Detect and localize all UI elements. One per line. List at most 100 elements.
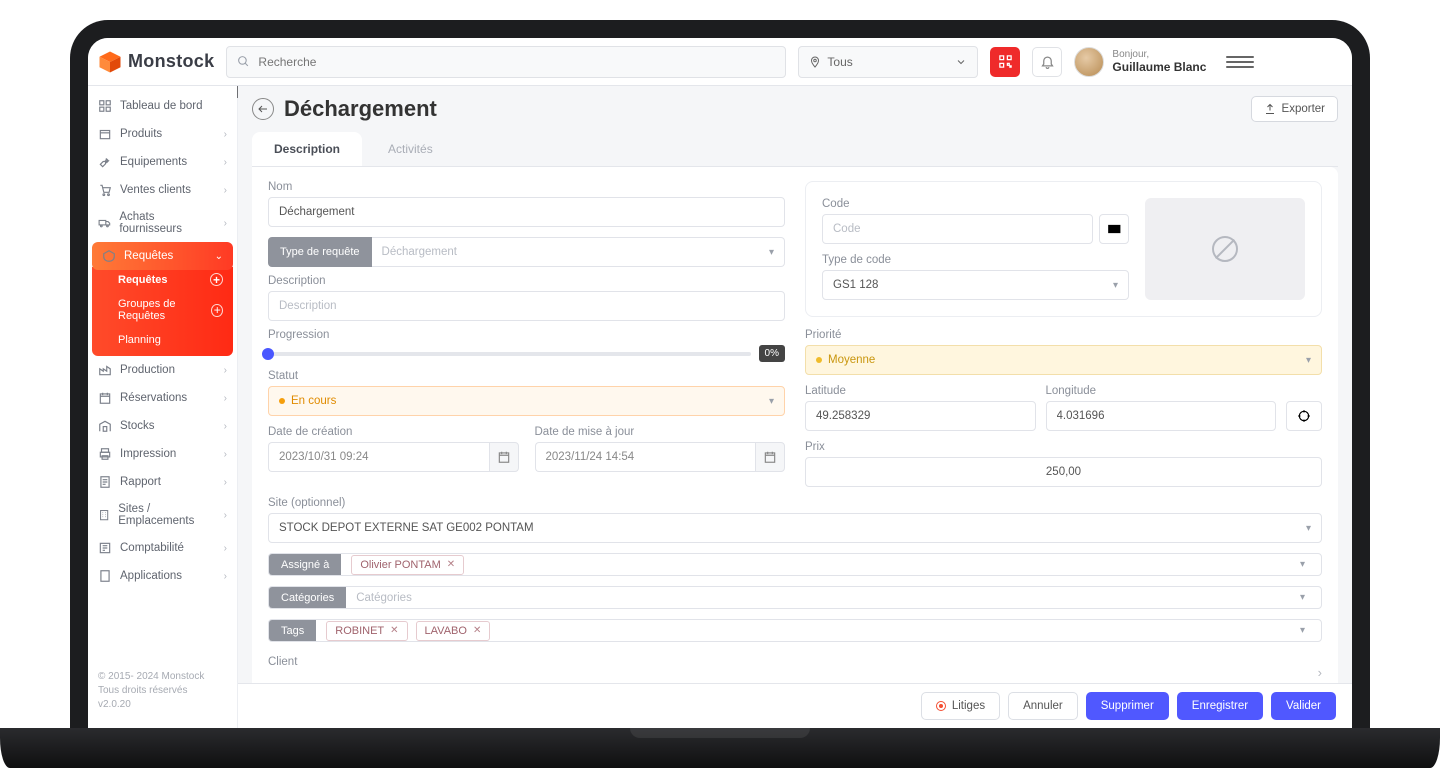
chevron-down-icon: ▾ xyxy=(1113,280,1118,291)
client-label: Client xyxy=(268,656,1322,668)
litiges-button[interactable]: Litiges xyxy=(921,692,1000,720)
code-input[interactable] xyxy=(822,214,1093,244)
notifications-button[interactable] xyxy=(1032,47,1062,77)
validate-button[interactable]: Valider xyxy=(1271,692,1336,720)
price-input[interactable] xyxy=(805,457,1322,487)
code-scan-button[interactable] xyxy=(1099,214,1129,244)
chevron-down-icon: ▾ xyxy=(769,247,774,258)
assigne-select[interactable]: Assigné à Olivier PONTAM ✕ ▾ xyxy=(268,553,1322,576)
bell-icon xyxy=(1040,54,1055,69)
tabs: Description Activités xyxy=(252,132,1338,167)
remove-chip-icon[interactable]: ✕ xyxy=(473,625,481,636)
chevron-down-icon xyxy=(955,56,967,68)
calendar-button[interactable] xyxy=(489,442,519,472)
user-menu[interactable]: Bonjour, Guillaume Blanc xyxy=(1074,47,1206,77)
subnav-item-requests[interactable]: Requêtes + xyxy=(92,267,233,292)
calendar-icon xyxy=(497,450,511,464)
form-panel: Nom Type de requête Déchargement ▾ Descr… xyxy=(252,167,1338,728)
nav-item-products[interactable]: Produits› xyxy=(88,120,237,148)
add-icon[interactable]: + xyxy=(211,304,223,317)
qr-scan-button[interactable] xyxy=(990,47,1020,77)
request-icon xyxy=(102,249,116,263)
nom-input[interactable] xyxy=(268,197,785,227)
latitude-input[interactable] xyxy=(805,401,1036,431)
menu-button[interactable] xyxy=(1226,56,1254,68)
site-select[interactable]: STOCK DEPOT EXTERNE SAT GE002 PONTAM ▾ xyxy=(268,513,1322,543)
add-icon[interactable]: + xyxy=(210,273,223,286)
chevron-down-icon: ▾ xyxy=(1306,355,1311,366)
nav-item-stocks[interactable]: Stocks› xyxy=(88,412,237,440)
location-filter-select[interactable]: Tous xyxy=(798,46,978,78)
chevron-down-icon: ▾ xyxy=(1306,523,1311,534)
nav-item-sites[interactable]: Sites / Emplacements› xyxy=(88,496,237,534)
subnav-item-request-groups[interactable]: Groupes de Requêtes + xyxy=(92,292,233,328)
nav-item-report[interactable]: Rapport› xyxy=(88,468,237,496)
scroll-right-icon[interactable]: › xyxy=(1318,665,1322,680)
delete-button[interactable]: Supprimer xyxy=(1086,692,1169,720)
geolocate-button[interactable] xyxy=(1286,401,1322,431)
subnav-item-planning[interactable]: Planning xyxy=(92,328,233,352)
search-field[interactable] xyxy=(258,55,775,69)
nav-item-purchases[interactable]: Achats fournisseurs› xyxy=(88,204,237,242)
progression-slider[interactable]: 0% xyxy=(268,345,785,362)
nav-item-print[interactable]: Impression› xyxy=(88,440,237,468)
logo[interactable]: Monstock xyxy=(94,50,214,74)
report-icon xyxy=(98,475,112,489)
save-button[interactable]: Enregistrer xyxy=(1177,692,1263,720)
nav-item-sales[interactable]: Ventes clients› xyxy=(88,176,237,204)
cancel-button[interactable]: Annuler xyxy=(1008,692,1078,720)
tab-activities[interactable]: Activités xyxy=(366,132,455,166)
calendar-button[interactable] xyxy=(755,442,785,472)
assigne-label: Assigné à xyxy=(269,553,341,576)
sidebar: Tableau de bord Produits› Equipements› V… xyxy=(88,86,238,728)
progression-value: 0% xyxy=(759,345,785,362)
code-label: Code xyxy=(822,198,1129,210)
date-creation-input[interactable] xyxy=(268,442,489,472)
nav-item-production[interactable]: Production› xyxy=(88,356,237,384)
remove-chip-icon[interactable]: ✕ xyxy=(447,559,455,570)
tags-label: Tags xyxy=(269,619,316,642)
code-type-label: Type de code xyxy=(822,254,1129,266)
code-type-select[interactable]: GS1 128 ▾ xyxy=(822,270,1129,300)
chevron-down-icon: ▾ xyxy=(1300,559,1305,570)
description-input[interactable] xyxy=(268,291,785,321)
chevron-down-icon: ▾ xyxy=(1300,592,1305,603)
longitude-input[interactable] xyxy=(1046,401,1277,431)
app-window: Monstock Tous Bonjour, Guillaume Blanc xyxy=(70,20,1370,728)
nav-item-applications[interactable]: Applications› xyxy=(88,562,237,590)
crosshair-icon xyxy=(1297,409,1311,423)
remove-chip-icon[interactable]: ✕ xyxy=(390,625,398,636)
main: Déchargement Exporter Description Activi… xyxy=(238,86,1352,728)
header: Monstock Tous Bonjour, Guillaume Blanc xyxy=(88,38,1352,86)
nav-item-accounting[interactable]: Comptabilité› xyxy=(88,534,237,562)
request-type-select[interactable]: Déchargement ▾ xyxy=(372,237,785,267)
calendar-icon xyxy=(98,391,112,405)
latitude-label: Latitude xyxy=(805,385,1036,397)
price-label: Prix xyxy=(805,441,1322,453)
warehouse-icon xyxy=(98,419,112,433)
greeting: Bonjour, xyxy=(1112,49,1206,60)
status-select[interactable]: En cours ▾ xyxy=(268,386,785,416)
image-off-icon xyxy=(1209,233,1241,265)
tags-select[interactable]: Tags ROBINET ✕ LAVABO ✕ ▾ xyxy=(268,619,1322,642)
back-button[interactable] xyxy=(252,98,274,120)
action-bar: Litiges Annuler Supprimer Enregistrer Va… xyxy=(238,683,1352,728)
export-button[interactable]: Exporter xyxy=(1251,96,1338,122)
code-card: Code Type de code xyxy=(805,181,1322,317)
avatar xyxy=(1074,47,1104,77)
factory-icon xyxy=(98,363,112,377)
date-update-input[interactable] xyxy=(535,442,756,472)
priority-select[interactable]: Moyenne ▾ xyxy=(805,345,1322,375)
image-placeholder[interactable] xyxy=(1145,198,1305,300)
wrench-icon xyxy=(98,155,112,169)
tab-description[interactable]: Description xyxy=(252,132,362,166)
categories-select[interactable]: Catégories Catégories ▾ xyxy=(268,586,1322,609)
status-label: Statut xyxy=(268,370,785,382)
nav-item-reservations[interactable]: Réservations› xyxy=(88,384,237,412)
qr-icon xyxy=(998,54,1013,69)
nav-item-requests[interactable]: Requêtes⌄ xyxy=(92,242,233,270)
dashboard-icon xyxy=(98,99,112,113)
search-input[interactable] xyxy=(226,46,786,78)
nav-item-dashboard[interactable]: Tableau de bord xyxy=(88,92,237,120)
nav-item-equipments[interactable]: Equipements› xyxy=(88,148,237,176)
